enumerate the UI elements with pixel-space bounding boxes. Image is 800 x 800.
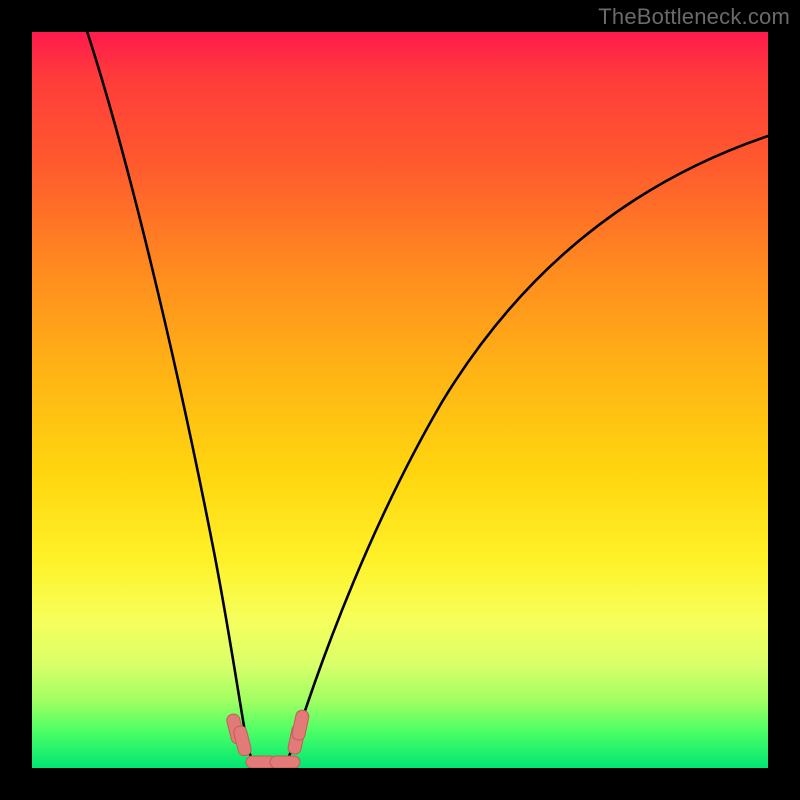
plot-area bbox=[32, 32, 768, 768]
marker-group bbox=[226, 709, 310, 768]
bottleneck-curve bbox=[84, 32, 768, 768]
curve-layer bbox=[32, 32, 768, 768]
marker-left-2 bbox=[233, 725, 253, 757]
chart-frame: TheBottleneck.com bbox=[0, 0, 800, 800]
watermark-text: TheBottleneck.com bbox=[598, 4, 790, 30]
marker-bottom-2 bbox=[270, 756, 300, 768]
marker-right-2 bbox=[291, 709, 310, 741]
